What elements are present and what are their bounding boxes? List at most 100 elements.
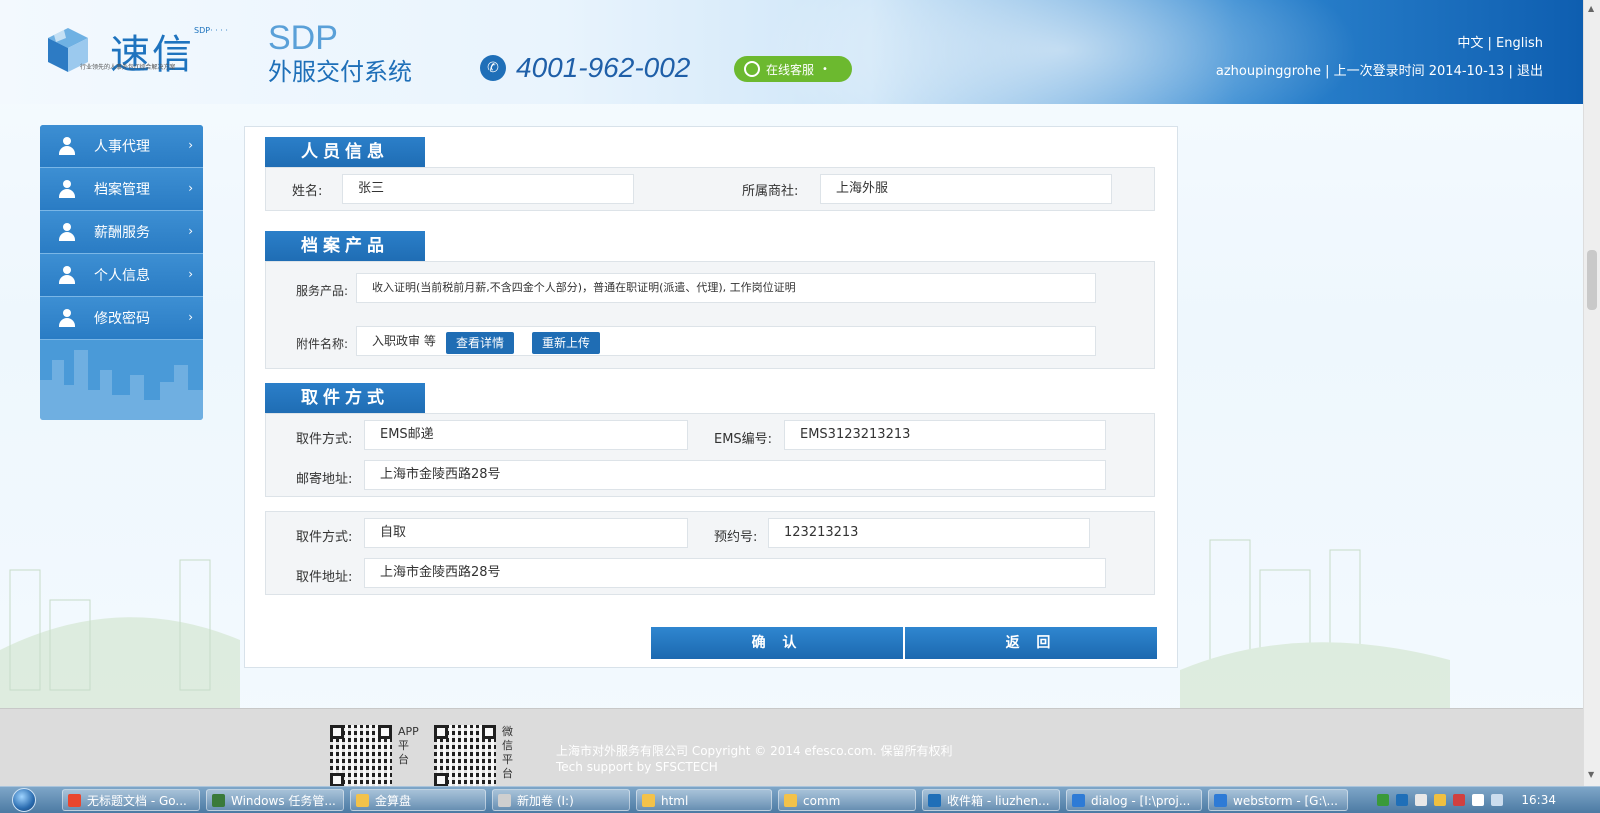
- task-app-icon: [642, 794, 655, 807]
- qr-corner: [482, 725, 496, 739]
- service-field[interactable]: 收入证明(当前税前月薪,不含四金个人部分)，普通在职证明(派遣、代理), 工作岗…: [356, 273, 1096, 303]
- sidebar-item-archive[interactable]: 档案管理 ›: [40, 168, 203, 211]
- user-icon: [58, 266, 76, 284]
- task-label: comm: [803, 794, 841, 808]
- username: azhoupinggrohe: [1215, 64, 1321, 79]
- name-label: 姓名:: [292, 184, 323, 199]
- sidebar-item-label: 档案管理: [94, 182, 150, 198]
- sidebar-item-password[interactable]: 修改密码 ›: [40, 297, 203, 340]
- language-switch: 中文 | English: [1457, 32, 1543, 51]
- appointment-field[interactable]: 123213213: [768, 518, 1090, 548]
- vertical-scrollbar[interactable]: ▲ ▼: [1583, 0, 1600, 786]
- attachment-label: 附件名称:: [296, 337, 349, 351]
- name-field[interactable]: 张三: [342, 174, 634, 204]
- task-label: 新加卷 (I:): [517, 794, 574, 808]
- view-detail-button[interactable]: 查看详情: [446, 332, 514, 354]
- sidebar-item-profile[interactable]: 个人信息 ›: [40, 254, 203, 297]
- headset-icon: [744, 61, 760, 77]
- taskbar-task[interactable]: html: [636, 789, 772, 811]
- wechat-qr-label: 微信平台: [502, 725, 513, 780]
- tray-alert-icon[interactable]: [1453, 794, 1466, 806]
- task-app-icon: [498, 794, 511, 807]
- task-label: 无标题文档 - Go...: [87, 794, 187, 808]
- appointment-label: 预约号:: [714, 530, 758, 545]
- pickup-self-box: 取件方式: 自取 预约号: 123213213 取件地址: 上海市金陵西路28号: [265, 511, 1155, 595]
- task-app-icon: [68, 794, 81, 807]
- wechat-qr-code[interactable]: [434, 725, 496, 787]
- ems-number-field[interactable]: EMS3123213213: [784, 420, 1106, 450]
- sep-2: |: [1508, 64, 1517, 79]
- pickup-address-label: 取件地址:: [296, 570, 353, 585]
- ems-number-label: EMS编号:: [714, 432, 773, 447]
- scrollbar-thumb[interactable]: [1587, 250, 1597, 310]
- taskbar-task[interactable]: Windows 任务管...: [206, 789, 344, 811]
- section-title-pickup: 取件方式: [265, 383, 425, 413]
- qr-corner: [330, 725, 344, 739]
- volume-icon[interactable]: [1472, 794, 1485, 806]
- confirm-button[interactable]: 确 认: [651, 627, 903, 659]
- lang-chinese-link[interactable]: 中文: [1457, 36, 1483, 51]
- network-icon[interactable]: [1491, 794, 1504, 806]
- logout-link[interactable]: 退出: [1517, 64, 1543, 79]
- sidebar-item-label: 修改密码: [94, 311, 150, 327]
- sidebar: 人事代理 › 档案管理 › 薪酬服务 › 个人信息 › 修改密码 ›: [40, 125, 203, 420]
- sep-1: |: [1325, 64, 1334, 79]
- pickup-method-field-2[interactable]: 自取: [364, 518, 688, 548]
- back-button[interactable]: 返 回: [905, 627, 1157, 659]
- clock[interactable]: 16:34: [1521, 793, 1556, 807]
- task-label: 收件箱 - liuzhen...: [947, 794, 1050, 808]
- task-label: 金算盘: [375, 794, 412, 808]
- app-qr-code[interactable]: [330, 725, 392, 787]
- qr-corner: [330, 773, 344, 787]
- mail-address-field[interactable]: 上海市金陵西路28号: [364, 460, 1106, 490]
- pickup-address-field[interactable]: 上海市金陵西路28号: [364, 558, 1106, 588]
- scroll-up-icon[interactable]: ▲: [1588, 4, 1594, 13]
- tray-shield-icon[interactable]: [1415, 794, 1428, 806]
- taskbar-task[interactable]: webstorm - [G:\...: [1208, 789, 1348, 811]
- taskbar-task[interactable]: 新加卷 (I:): [492, 789, 630, 811]
- qr-corner: [434, 773, 448, 787]
- tray-outlook-icon[interactable]: [1396, 794, 1409, 806]
- chevron-right-icon: ›: [188, 138, 193, 152]
- tray-app-icon[interactable]: [1377, 794, 1390, 806]
- copyright-text: 上海市对外服务有限公司 Copyright © 2014 efesco.com.…: [556, 744, 953, 758]
- sidebar-item-hr-agency[interactable]: 人事代理 ›: [40, 125, 203, 168]
- taskbar-task[interactable]: 金算盘: [350, 789, 486, 811]
- taskbar-task[interactable]: 收件箱 - liuzhen...: [922, 789, 1060, 811]
- taskbar-task[interactable]: dialog - [I:\proj...: [1066, 789, 1202, 811]
- section-title-person: 人员信息: [265, 137, 425, 167]
- sidebar-item-label: 人事代理: [94, 139, 150, 155]
- user-info: azhoupinggrohe | 上一次登录时间 2014-10-13 | 退出: [1216, 60, 1543, 79]
- company-field[interactable]: 上海外服: [820, 174, 1112, 204]
- sidebar-item-label: 个人信息: [94, 268, 150, 284]
- lang-english-link[interactable]: English: [1496, 36, 1543, 51]
- company-label: 所属商社:: [742, 184, 799, 199]
- user-icon: [58, 137, 76, 155]
- sidebar-item-payroll[interactable]: 薪酬服务 ›: [40, 211, 203, 254]
- system-name: SDP 外服交付系统: [268, 20, 412, 88]
- start-button[interactable]: [6, 787, 42, 813]
- hotline-number: 4001-962-002: [516, 52, 691, 83]
- user-icon: [58, 223, 76, 241]
- main-panel: 人员信息 姓名: 张三 所属商社: 上海外服 档案产品 服务产品: 收入证明(当…: [244, 126, 1178, 668]
- taskbar-task[interactable]: 无标题文档 - Go...: [62, 789, 200, 811]
- brand-name: 速信: [110, 32, 194, 78]
- task-label: Windows 任务管...: [231, 794, 336, 808]
- task-app-icon: [356, 794, 369, 807]
- brand-sdp: SDP· · · ·: [194, 26, 228, 35]
- brand-logo[interactable]: 速信 SDP· · · · 行业领先的人事外包IT综合解决方案: [44, 22, 244, 82]
- scroll-down-icon[interactable]: ▼: [1588, 770, 1594, 779]
- lang-separator: |: [1483, 36, 1497, 51]
- system-title: 外服交付系统: [268, 58, 412, 86]
- chevron-right-icon: ›: [188, 224, 193, 238]
- pickup-method-field[interactable]: EMS邮递: [364, 420, 688, 450]
- taskbar-task[interactable]: comm: [778, 789, 916, 811]
- tray-flag-icon[interactable]: [1434, 794, 1447, 806]
- online-service-label: 在线客服: [766, 62, 815, 77]
- online-service-button[interactable]: 在线客服 •: [734, 56, 852, 82]
- task-app-icon: [784, 794, 797, 807]
- qr-corner: [434, 725, 448, 739]
- header-swoosh: [760, 0, 1360, 104]
- reupload-button[interactable]: 重新上传: [532, 332, 600, 354]
- app-qr-label: APP平台: [398, 725, 419, 766]
